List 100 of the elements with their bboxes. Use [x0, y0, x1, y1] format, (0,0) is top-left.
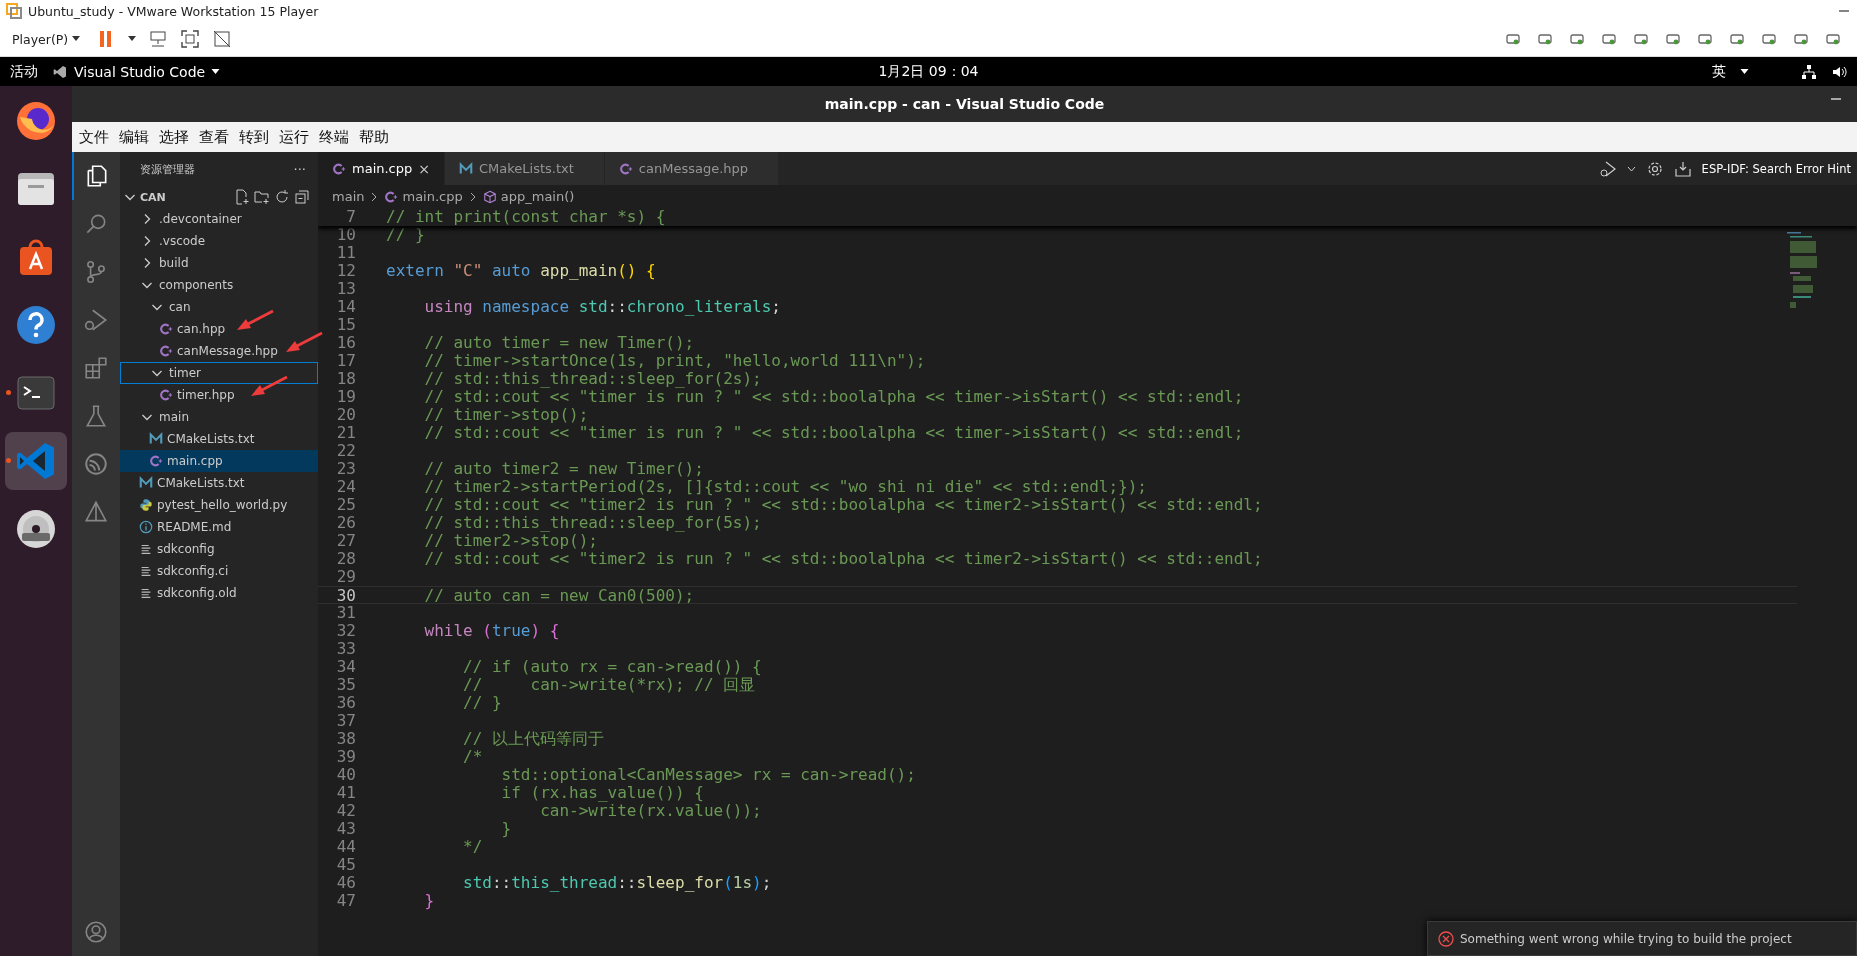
code-line: } — [423, 892, 435, 910]
tree-item[interactable]: can.hpp — [120, 318, 318, 340]
tree-item[interactable]: build — [120, 252, 318, 274]
esp-idf-hint-button[interactable]: ESP-IDF: Search Error Hint — [1701, 161, 1851, 176]
menu-item[interactable]: 运行 — [274, 125, 314, 149]
lines-file-icon — [139, 542, 153, 556]
editor-tab[interactable]: CMakeLists.txt — [445, 152, 605, 185]
tree-item[interactable]: .devcontainer — [120, 208, 318, 230]
line-number: 12 — [335, 262, 357, 280]
code-line: // if (auto rx = can->read()) { — [462, 658, 762, 676]
collapse-icon[interactable] — [294, 189, 310, 205]
breadcrumb[interactable]: main — [332, 189, 365, 204]
line-number: 38 — [335, 730, 357, 748]
unity-icon[interactable] — [212, 29, 233, 49]
cpp-file-icon — [384, 189, 399, 204]
breadcrumb[interactable]: main.cpp — [384, 189, 463, 204]
tree-item[interactable]: main — [120, 406, 318, 428]
code-line: // } — [386, 226, 425, 244]
tree-item[interactable]: sdkconfig — [120, 538, 318, 560]
cpp-file-icon — [332, 161, 346, 176]
line-number: 17 — [335, 352, 357, 370]
network-computers-icon[interactable] — [148, 29, 169, 49]
code-line: // timer->startOnce(1s, print, "hello,world 111\n"); — [423, 352, 926, 370]
close-icon[interactable]: × — [418, 160, 430, 177]
tree-item[interactable]: .vscode — [120, 230, 318, 252]
code-line: // std::this_thread::sleep_for(2s); — [423, 370, 762, 388]
clock[interactable]: 1月2日 09：04 — [878, 62, 979, 81]
tree-item[interactable]: timer.hpp — [120, 384, 318, 406]
line-number: 46 — [335, 874, 357, 892]
extensions-icon[interactable] — [83, 355, 109, 381]
menu-item[interactable]: 转到 — [234, 125, 274, 149]
refresh-icon[interactable] — [274, 189, 290, 205]
caret-icon[interactable] — [211, 68, 221, 75]
tree-item[interactable]: CMakeLists.txt — [120, 428, 318, 450]
caret-icon[interactable] — [1740, 68, 1749, 75]
editor-tab[interactable]: canMessage.hpp — [604, 152, 780, 185]
disc-icon — [17, 510, 55, 548]
line-number: 15 — [335, 316, 357, 334]
tree-item[interactable]: components — [120, 274, 318, 296]
code-line: } — [500, 820, 512, 838]
tree-item[interactable]: canMessage.hpp — [120, 340, 318, 362]
line-number: 25 — [335, 496, 357, 514]
code-line: // timer2->startPeriod(2s, []{std::cout << "wo shi ni die" << std::endl;}); — [423, 478, 1147, 496]
caret-icon[interactable] — [128, 36, 137, 42]
window-title: Ubuntu_study - VMware Workstation 15 Player — [28, 3, 319, 19]
section-header[interactable]: CAN — [120, 186, 318, 208]
code-line: // auto can = new Can0(500); — [423, 587, 695, 603]
espressif-icon[interactable] — [83, 451, 109, 477]
m-file-icon — [139, 476, 153, 490]
fullscreen-icon[interactable] — [180, 29, 201, 49]
activities-button[interactable]: 活动 — [10, 62, 38, 81]
line-number: 34 — [335, 658, 357, 676]
editor-tab[interactable]: main.cpp × — [318, 152, 445, 185]
code-line: // } — [462, 694, 502, 712]
line-number: 28 — [335, 550, 357, 568]
line-number: 36 — [335, 694, 357, 712]
menu-item[interactable]: 选择 — [154, 125, 194, 149]
new-file-icon[interactable] — [234, 189, 250, 205]
running-dot — [6, 390, 11, 395]
tree-item[interactable]: sdkconfig.ci — [120, 560, 318, 582]
input-method[interactable]: 英 — [1712, 62, 1726, 81]
new-folder-icon[interactable] — [254, 189, 270, 205]
code-line: if (rx.has_value()) { — [500, 784, 704, 802]
line-number: 19 — [335, 388, 357, 406]
tree-item[interactable]: can — [120, 296, 318, 318]
line-number: 26 — [335, 514, 357, 532]
flask-icon[interactable] — [83, 403, 109, 429]
breadcrumb[interactable]: app_main() — [482, 189, 575, 204]
app-menu[interactable]: Visual Studio Code — [74, 63, 206, 80]
line-number: 24 — [335, 478, 357, 496]
vscode-icon — [52, 63, 68, 80]
sidebar-title: 资源管理器 — [140, 161, 195, 177]
cpp-file-icon — [159, 344, 173, 358]
annotation-arrow — [235, 309, 275, 333]
menu-item[interactable]: 终端 — [314, 125, 354, 149]
tree-item[interactable]: CMakeLists.txt — [120, 472, 318, 494]
line-number: 33 — [335, 640, 357, 658]
code-line: std::this_thread::sleep_for(1s); — [462, 874, 772, 892]
player-menu[interactable]: Player(P) — [8, 29, 85, 49]
python-file-icon — [139, 498, 153, 512]
menu-item[interactable]: 帮助 — [354, 125, 394, 149]
shopping-bag-icon — [20, 239, 52, 275]
tree-item[interactable]: sdkconfig.old — [120, 582, 318, 604]
menu-item[interactable]: 查看 — [194, 125, 234, 149]
account-icon[interactable] — [83, 919, 109, 945]
cpp-file-icon — [149, 454, 163, 468]
menu-item[interactable]: 编辑 — [114, 125, 154, 149]
network-icon[interactable] — [1801, 63, 1817, 80]
download-icon[interactable] — [1673, 159, 1692, 178]
m-file-icon — [459, 161, 473, 176]
tree-item[interactable]: timer — [120, 362, 318, 384]
run-debug-icon[interactable] — [1598, 159, 1617, 178]
menu-item[interactable]: 文件 — [74, 125, 114, 149]
line-number: 11 — [335, 244, 357, 262]
tree-item[interactable]: main.cpp — [120, 450, 318, 472]
line-number: 29 — [335, 568, 357, 586]
line-number: 43 — [335, 820, 357, 838]
tree-item[interactable]: README.md — [120, 516, 318, 538]
tree-item[interactable]: pytest_hello_world.py — [120, 494, 318, 516]
more-button[interactable]: ··· — [293, 161, 306, 177]
